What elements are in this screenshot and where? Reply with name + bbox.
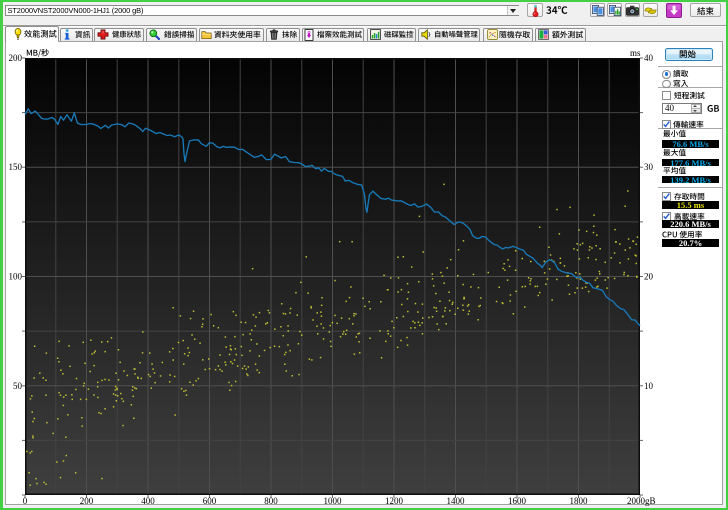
svg-text:400: 400 — [141, 496, 155, 506]
svg-text:ms: ms — [630, 48, 641, 58]
svg-text:1400: 1400 — [447, 496, 466, 506]
svg-text:800: 800 — [264, 496, 278, 506]
svg-text:150: 150 — [9, 162, 23, 172]
svg-text:20: 20 — [644, 272, 654, 282]
svg-text:1800: 1800 — [570, 496, 589, 506]
svg-text:15.5 ms: 15.5 ms — [677, 201, 705, 209]
svg-text:40: 40 — [644, 53, 654, 63]
svg-text:10: 10 — [644, 381, 654, 391]
svg-text:20.7%: 20.7% — [679, 239, 702, 248]
svg-text:0: 0 — [23, 496, 28, 506]
svg-text:2000gB: 2000gB — [627, 496, 656, 506]
svg-text:100: 100 — [9, 272, 23, 282]
svg-text:1600: 1600 — [508, 496, 527, 506]
svg-text:1000: 1000 — [324, 496, 343, 506]
svg-text:30: 30 — [644, 162, 654, 172]
svg-text:139.2 MB/s: 139.2 MB/s — [670, 176, 711, 184]
svg-text:600: 600 — [203, 496, 217, 506]
svg-text:200: 200 — [80, 496, 94, 506]
svg-text:50: 50 — [13, 381, 23, 391]
svg-text:200: 200 — [9, 53, 23, 63]
svg-text:220.6 MB/s: 220.6 MB/s — [670, 220, 711, 228]
svg-text:1200: 1200 — [385, 496, 404, 506]
